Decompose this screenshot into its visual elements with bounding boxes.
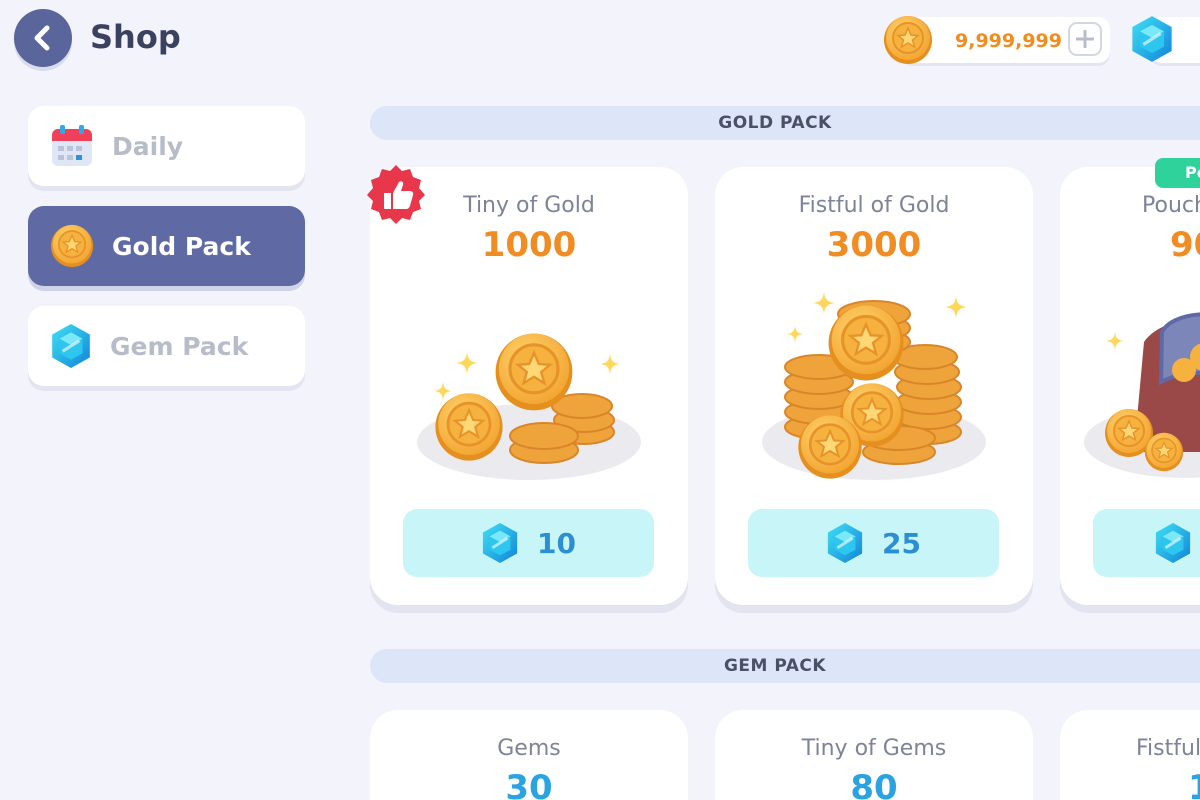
pack-amount: 1 — [1188, 768, 1200, 800]
pack-name: Fistful — [1136, 736, 1200, 761]
sidebar-item-label: Gold Pack — [112, 231, 251, 261]
section-title: GEM PACK — [723, 656, 827, 676]
sidebar-item-label: Daily — [112, 131, 184, 161]
coin-icon — [50, 224, 94, 268]
pack-name: Gems — [497, 736, 561, 761]
pack-name: Tiny of Gems — [801, 736, 947, 761]
buy-button[interactable] — [1093, 509, 1200, 577]
gold-pack-banner: GOLD PACK — [370, 106, 1200, 140]
price-value: 25 — [882, 526, 921, 560]
gem-icon — [481, 522, 519, 564]
gold-balance-value: 9,999,999 — [955, 30, 1062, 52]
coin-pouch-illustration — [1084, 312, 1200, 478]
sidebar-item-daily[interactable]: Daily — [28, 106, 305, 186]
sidebar-item-gold-pack[interactable]: Gold Pack — [28, 206, 305, 286]
gold-pack-card[interactable]: Tiny of Gold 1000 10 — [370, 167, 688, 605]
pack-amount: 90 — [1170, 225, 1200, 265]
buy-button[interactable]: 10 — [403, 509, 654, 577]
pack-name: Pouch — [1142, 193, 1200, 218]
gold-pack-card[interactable]: Fistful of Gold 3000 25 — [715, 167, 1033, 605]
gem-icon — [1154, 522, 1192, 564]
coin-stack-illustration — [417, 332, 641, 480]
pack-tag: Po — [1155, 158, 1200, 188]
pack-amount: 3000 — [826, 225, 922, 265]
pack-amount: 30 — [505, 768, 553, 800]
sidebar-item-gem-pack[interactable]: Gem Pack — [28, 306, 305, 386]
calendar-icon — [52, 125, 92, 166]
coin-icon — [883, 15, 933, 65]
section-title: GOLD PACK — [718, 113, 832, 133]
pack-amount: 80 — [850, 768, 898, 800]
coin-pile-illustration — [762, 292, 986, 480]
pack-name: Fistful of Gold — [798, 193, 950, 218]
chevron-left-icon — [34, 25, 50, 51]
gem-pack-card[interactable]: Tiny of Gems 80 — [715, 710, 1033, 800]
thumbs-up-badge-icon — [367, 165, 425, 224]
pack-amount: 1000 — [481, 225, 577, 265]
gem-icon — [1130, 15, 1174, 63]
buy-button[interactable]: 25 — [748, 509, 999, 577]
plus-icon — [1076, 30, 1094, 48]
gem-icon — [50, 323, 92, 369]
gold-pack-card[interactable]: Pouch 90 — [1060, 167, 1200, 605]
add-gold-button[interactable] — [1068, 22, 1102, 56]
page-title: Shop — [90, 18, 181, 56]
gem-pack-banner: GEM PACK — [370, 649, 1200, 683]
gem-pack-card[interactable]: Gems 30 — [370, 710, 688, 800]
price-value: 10 — [537, 526, 576, 560]
gem-pack-card[interactable]: Fistful 1 — [1060, 710, 1200, 800]
back-button[interactable] — [14, 9, 72, 67]
sidebar-item-label: Gem Pack — [110, 331, 249, 361]
gem-icon — [826, 522, 864, 564]
